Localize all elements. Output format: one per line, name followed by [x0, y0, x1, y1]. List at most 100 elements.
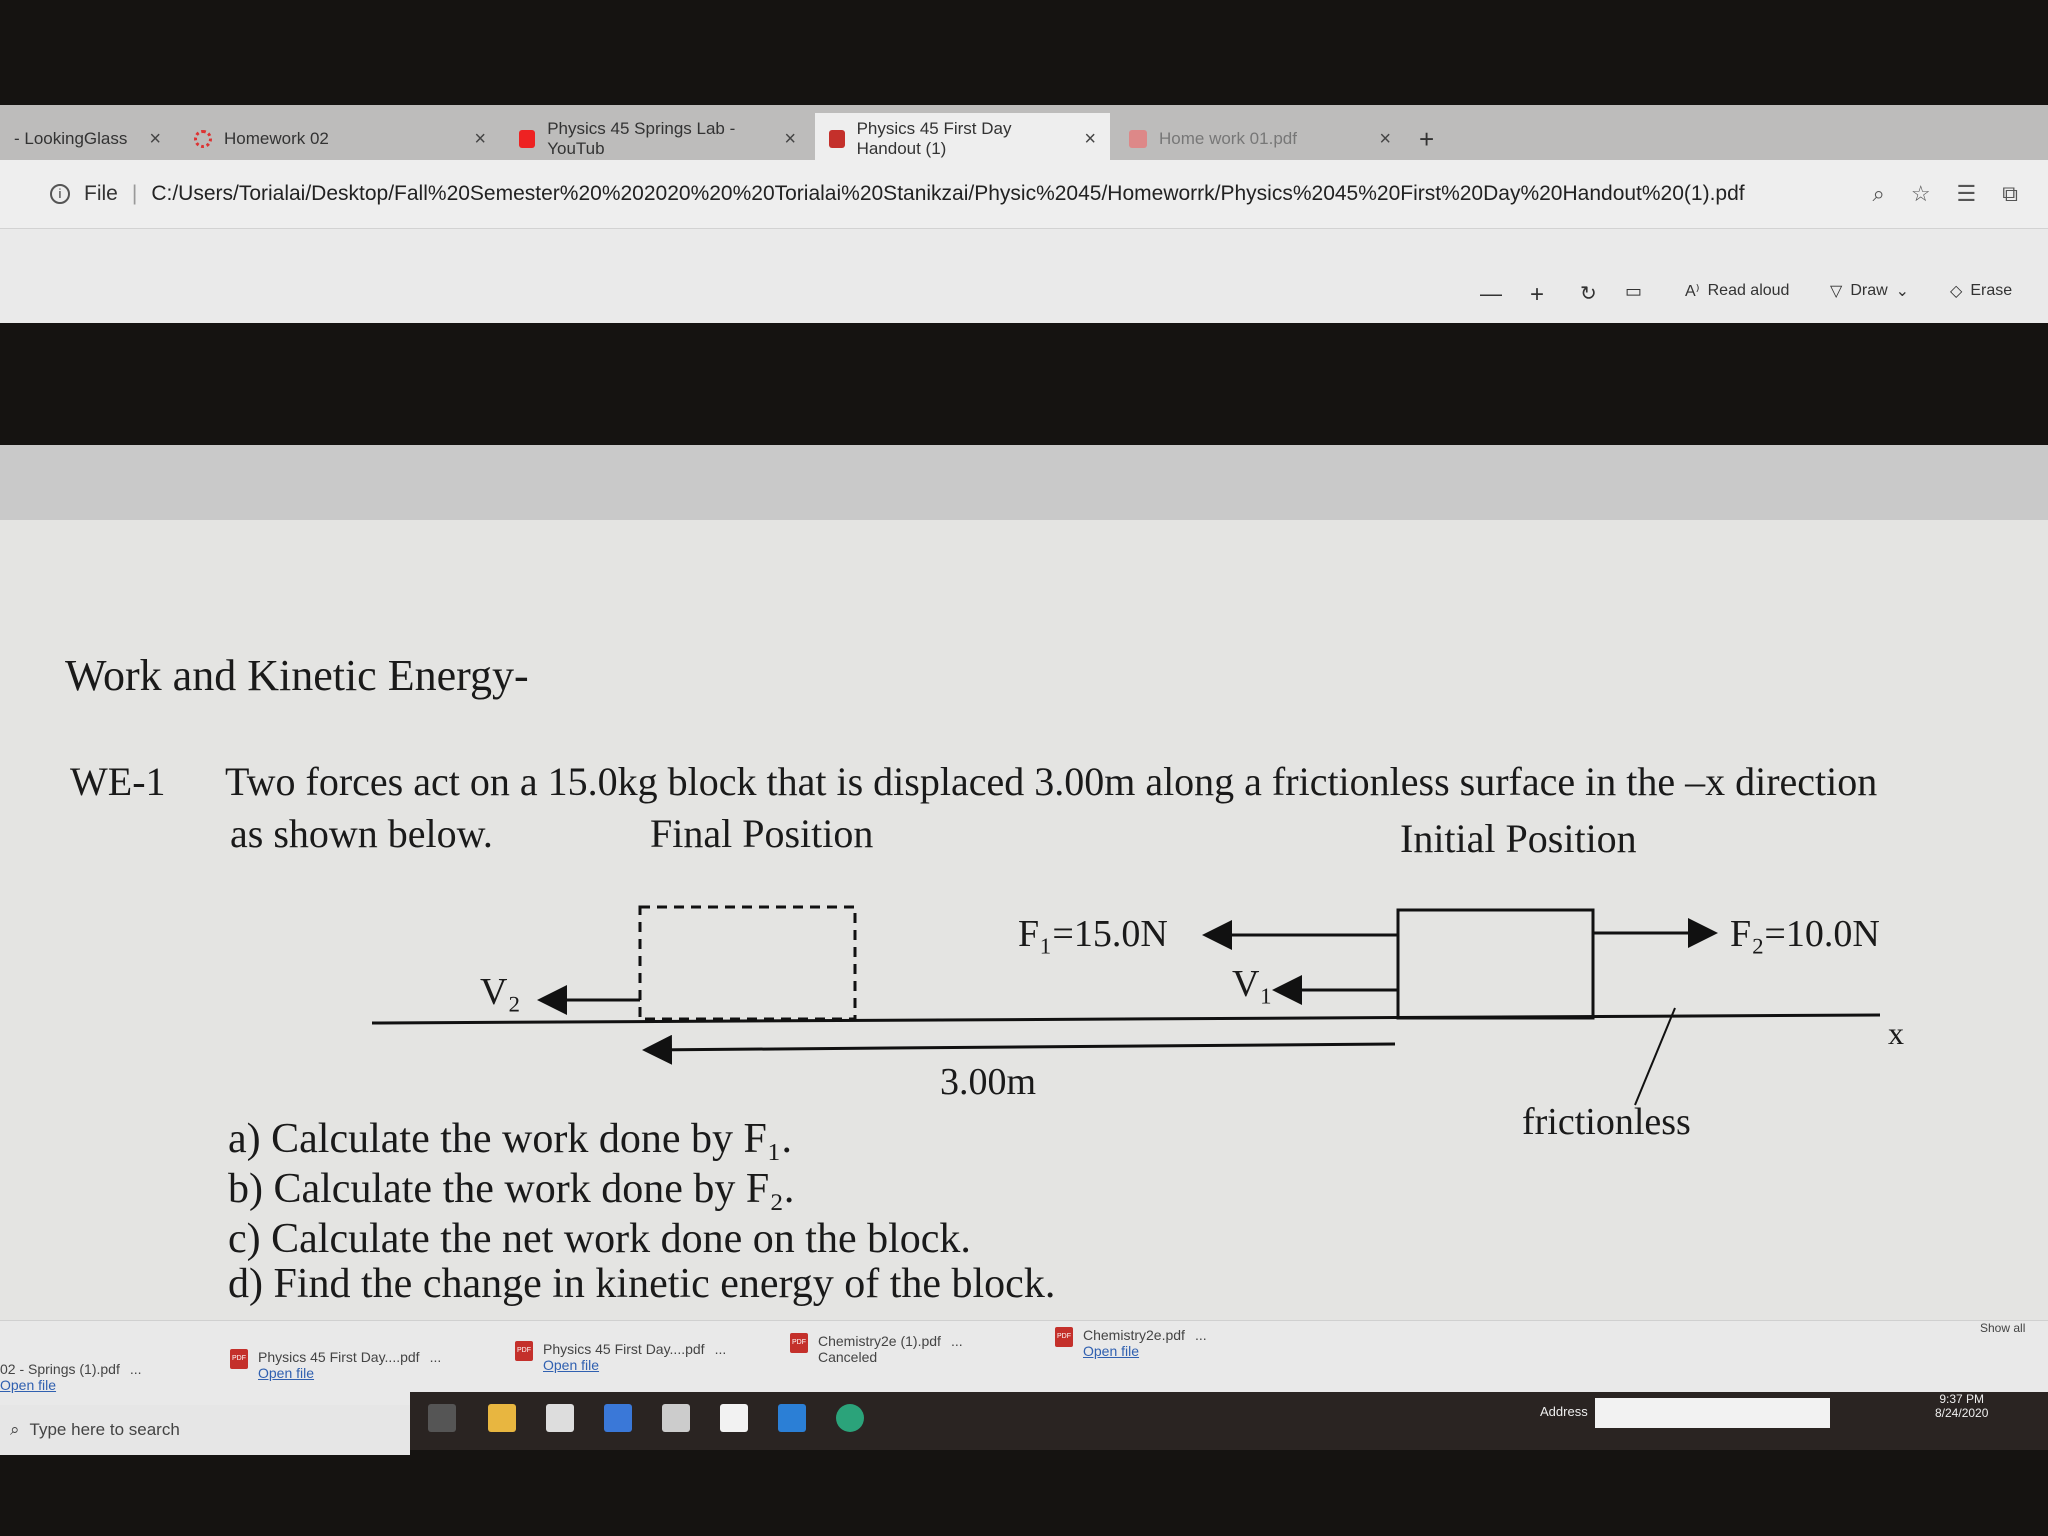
open-file-link[interactable]: Open file [0, 1377, 56, 1393]
close-tab-icon[interactable]: × [1379, 128, 1391, 151]
date: 8/24/2020 [1935, 1406, 1989, 1420]
file-name: Chemistry2e (1).pdf [818, 1333, 941, 1349]
pdf-icon [829, 130, 845, 148]
eraser-icon: ◇ [1950, 283, 1963, 300]
file-name: Physics 45 First Day....pdf [258, 1349, 420, 1365]
url-text[interactable]: C:/Users/Torialai/Desktop/Fall%20Semeste… [151, 182, 1744, 206]
pdf-icon [1129, 130, 1147, 148]
show-all-button[interactable]: Show all [1980, 1321, 2025, 1335]
search-icon: ⌕ [10, 1420, 20, 1439]
file-name: 02 - Springs (1).pdf [0, 1361, 120, 1377]
dropbox-icon[interactable] [546, 1404, 574, 1432]
download-item[interactable]: PDF Chemistry2e.pdf Open file... [1055, 1327, 1207, 1359]
edge-icon[interactable] [836, 1404, 864, 1432]
open-file-link[interactable]: Open file [1083, 1343, 1139, 1359]
final-block [638, 905, 857, 1021]
displacement-label: 3.00m [940, 1061, 1037, 1103]
mail-icon[interactable] [778, 1404, 806, 1432]
file-explorer-icon[interactable] [488, 1404, 516, 1432]
store-icon[interactable] [662, 1404, 690, 1432]
open-file-link[interactable]: Open file [543, 1357, 599, 1373]
vscode-icon[interactable] [604, 1404, 632, 1432]
label: Erase [1970, 282, 2013, 299]
new-tab-button[interactable]: + [1405, 113, 1448, 165]
tab-bar: - LookingGlass × Homework 02 × Physics 45 … [0, 105, 2048, 165]
clock[interactable]: 9:37 PM 8/24/2020 [1935, 1392, 1988, 1420]
tab-label: - LookingGlass [14, 129, 128, 148]
time: 9:37 PM [1939, 1392, 1985, 1406]
read-aloud-icon: A⁾ [1685, 283, 1700, 300]
download-item[interactable]: PDF Physics 45 First Day....pdf Open file.… [515, 1341, 726, 1373]
tab-label: Home work 01.pdf [1159, 129, 1297, 148]
task-view-icon[interactable] [428, 1404, 456, 1432]
draw-icon: ▽ [1830, 283, 1843, 300]
open-file-link[interactable]: Open file [258, 1365, 314, 1381]
zoom-search-icon[interactable]: ⌕ [1872, 181, 1884, 207]
pdf-page: Work and Kinetic Energy- WE-1 Two forces… [0, 520, 2048, 1320]
more-options-button[interactable]: ... [1195, 1327, 1207, 1359]
x-axis-label: x [1888, 1015, 1904, 1051]
taskbar: Address 9:37 PM 8/24/2020 [410, 1392, 2048, 1450]
f1-label: F₁=15.0N [1018, 913, 1168, 955]
question-d: d) Find the change in kinetic energy of … [228, 1261, 1056, 1307]
close-tab-icon[interactable]: × [149, 128, 161, 151]
zoom-out-button[interactable]: — [1480, 281, 1502, 307]
file-name: Physics 45 First Day....pdf [543, 1341, 705, 1357]
more-options-button[interactable]: ... [715, 1341, 727, 1373]
close-tab-icon[interactable]: × [784, 128, 796, 151]
pdf-icon: PDF [790, 1333, 808, 1353]
download-item[interactable]: 02 - Springs (1).pdf Open file... [0, 1361, 142, 1393]
tab-label: Physics 45 First Day Handout (1) [856, 119, 1012, 158]
download-item[interactable]: PDF Physics 45 First Day....pdf Open file.… [230, 1349, 441, 1381]
chevron-down-icon[interactable]: ⌄ [1896, 281, 1909, 301]
taskbar-search[interactable]: ⌕ Type here to search [0, 1405, 410, 1455]
label: Draw [1850, 282, 1888, 299]
close-tab-icon[interactable]: × [474, 128, 486, 151]
label: Read aloud [1707, 282, 1790, 299]
tab-youtube[interactable]: Physics 45 Springs Lab - YouTub × [505, 113, 810, 165]
tab-homework-02[interactable]: Homework 02 × [180, 113, 500, 165]
f2-label: F₂=10.0N [1730, 913, 1880, 955]
v2-label: V₂ [480, 971, 521, 1013]
surface-line [371, 1013, 1881, 1025]
draw-button[interactable]: ▽ Draw ⌄ [1830, 281, 1909, 301]
frictionless-pointer [1634, 1007, 1676, 1106]
download-status: Canceled [818, 1349, 878, 1365]
canvas-icon [194, 130, 212, 148]
search-placeholder: Type here to search [29, 1420, 180, 1439]
more-options-button[interactable]: ... [130, 1361, 142, 1393]
initial-block [1396, 908, 1595, 1020]
more-options-button[interactable]: ... [430, 1349, 442, 1381]
close-tab-icon[interactable]: × [1084, 128, 1096, 151]
download-item[interactable]: PDF Chemistry2e (1).pdf Canceled... [790, 1333, 963, 1365]
more-options-button[interactable]: ... [951, 1333, 963, 1365]
tab-lookingglass[interactable]: - LookingGlass × [0, 113, 175, 165]
fit-page-icon[interactable]: ▭ [1625, 281, 1642, 302]
pdf-icon: PDF [230, 1349, 248, 1369]
tab-label: Homework 02 [224, 129, 329, 148]
collections-icon[interactable]: ⧉ [2002, 181, 2018, 207]
file-name: Chemistry2e.pdf [1083, 1327, 1185, 1343]
read-aloud-button[interactable]: A⁾ Read aloud [1685, 281, 1789, 301]
v1-label: V₁ [1232, 963, 1273, 1005]
tab-label: Physics 45 Springs Lab - YouTub [547, 119, 736, 158]
youtube-icon [519, 130, 536, 148]
amazon-icon[interactable] [720, 1404, 748, 1432]
zoom-in-button[interactable]: + [1530, 281, 1544, 309]
address-toolbar-input[interactable] [1595, 1398, 1830, 1428]
question-a: a) Calculate the work done by F₁. [228, 1116, 792, 1162]
question-b: b) Calculate the work done by F₂. [228, 1166, 795, 1212]
tab-physics-handout[interactable]: Physics 45 First Day Handout (1) × [815, 113, 1110, 165]
address-label: Address [1540, 1404, 1588, 1419]
info-icon[interactable]: i [50, 184, 70, 204]
erase-button[interactable]: ◇ Erase [1950, 281, 2012, 301]
favorite-star-icon[interactable]: ☆ [1911, 181, 1931, 207]
tab-homework-01[interactable]: Home work 01.pdf × [1115, 113, 1405, 165]
frictionless-label: frictionless [1522, 1101, 1691, 1143]
pdf-icon: PDF [1055, 1327, 1073, 1347]
rotate-icon[interactable]: ↻ [1580, 281, 1597, 306]
question-c: c) Calculate the net work done on the bl… [228, 1216, 971, 1262]
displacement-arrow [642, 1034, 1396, 1065]
favorites-list-icon[interactable]: ☰ [1957, 181, 1977, 207]
address-bar[interactable]: i File | C:/Users/Torialai/Desktop/Fall%… [0, 160, 2048, 228]
